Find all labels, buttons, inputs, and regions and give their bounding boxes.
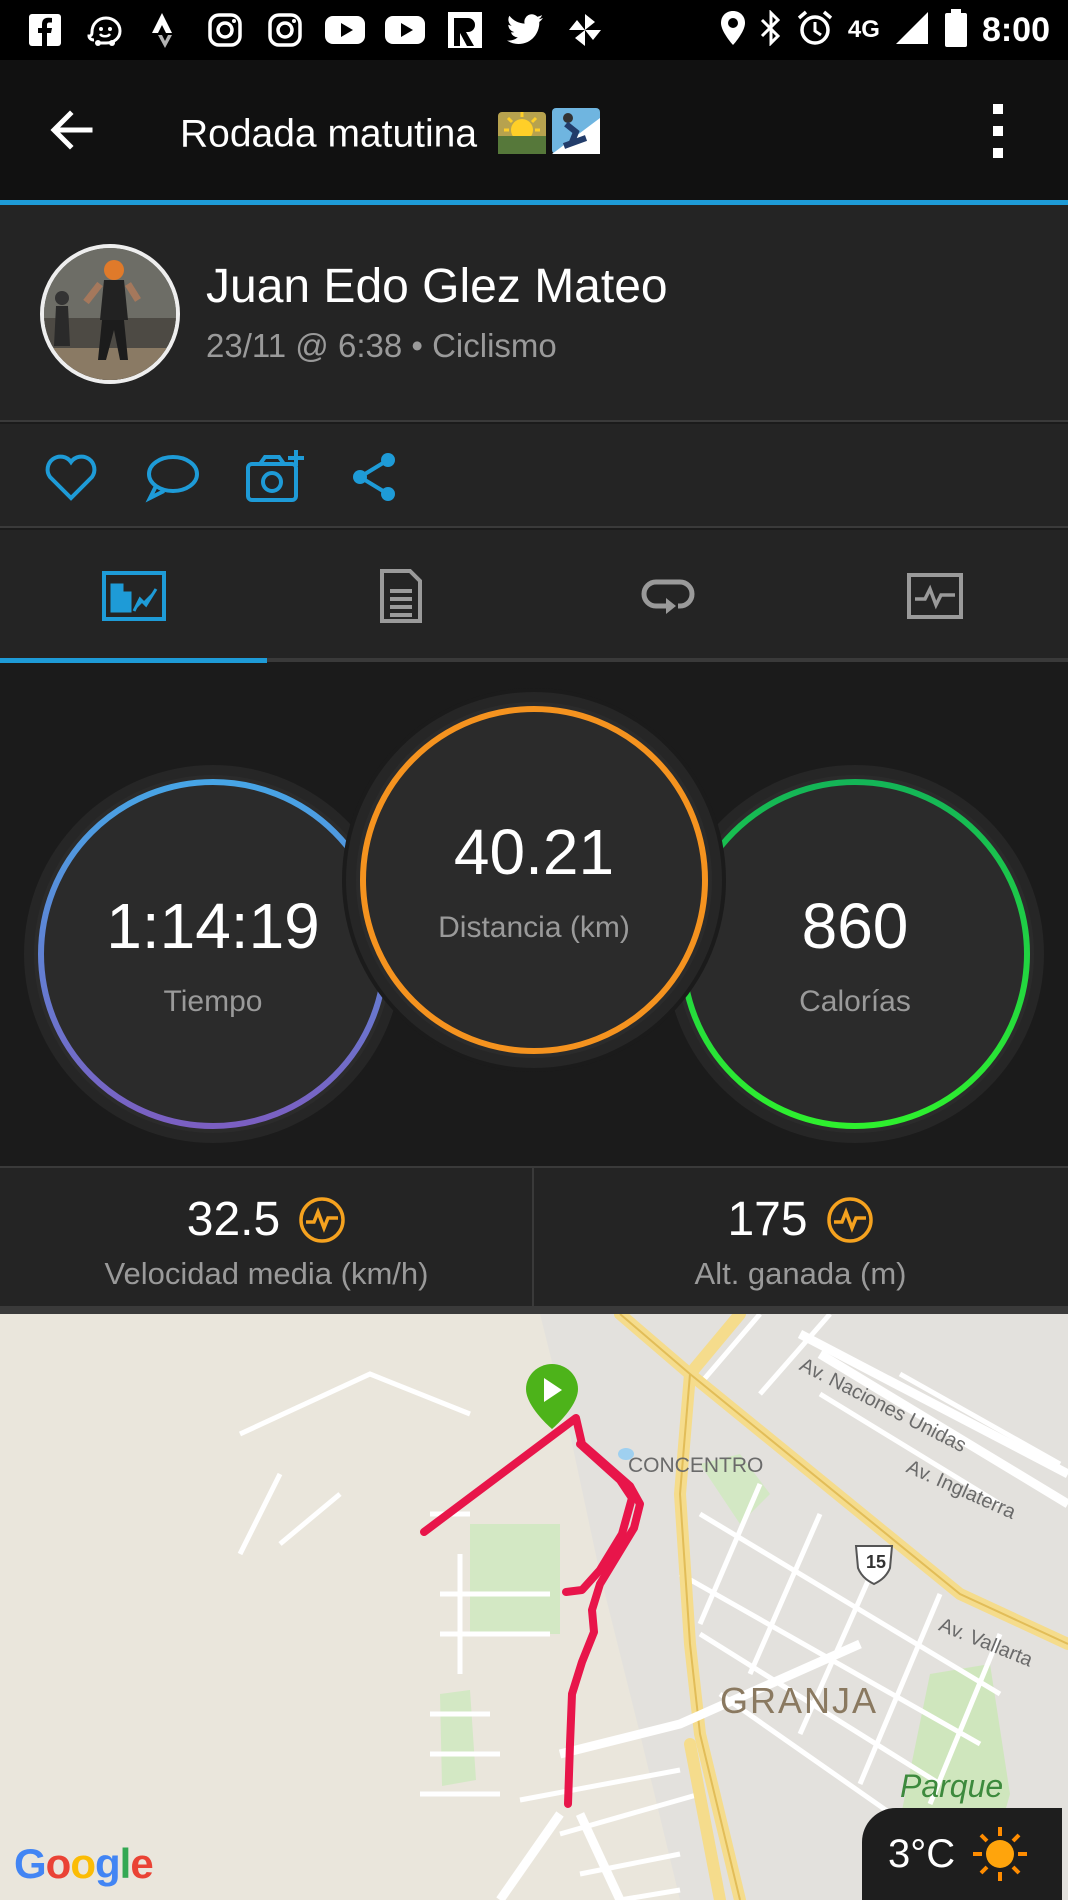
avg-speed-value: 32.5 (186, 1193, 281, 1246)
details-tab-icon (379, 569, 422, 623)
google-logo: Google (14, 1840, 154, 1887)
action-bar (0, 424, 1068, 528)
distance-value: 40.21 (453, 816, 615, 888)
avatar[interactable] (40, 244, 180, 384)
avg-speed-metric[interactable]: 32.5 Velocidad media (km/h) (0, 1168, 533, 1308)
avg-speed-label: Velocidad media (km/h) (104, 1256, 429, 1291)
charts-tab-icon (906, 573, 963, 619)
tab-bar (0, 530, 1068, 662)
sunrise-snowboard-emoji (496, 106, 602, 166)
youtube-icon (322, 8, 368, 52)
tab-details[interactable] (267, 530, 534, 662)
map-label-concentro: CONCENTRO (628, 1454, 764, 1477)
youtube-icon (382, 8, 428, 52)
heart-icon (45, 454, 97, 501)
summary-stats: 1:14:19 Tiempo 860 Calorías 40.21 Distan… (0, 663, 1068, 1166)
calories-label: Calorías (799, 985, 911, 1018)
tab-laps[interactable] (534, 530, 801, 662)
distance-stat: 40.21 Distancia (km) (356, 702, 712, 1058)
twitter-icon (502, 8, 548, 52)
elevation-gain-metric[interactable]: 175 Alt. ganada (m) (534, 1168, 1067, 1308)
activity-pulse-icon (299, 1196, 345, 1243)
stats-tab-icon (101, 571, 166, 621)
instagram-icon (262, 8, 308, 52)
arrow-back-icon (50, 110, 93, 150)
highway-shield-number: 15 (865, 1552, 887, 1572)
laps-tab-icon (641, 579, 694, 614)
like-button[interactable] (42, 448, 100, 506)
sun-icon (973, 1827, 1028, 1881)
page-title-text: Rodada matutina (180, 112, 478, 156)
pinwheel-icon (562, 8, 608, 52)
back-button[interactable] (42, 100, 102, 160)
bluetooth-icon (760, 8, 782, 51)
strava-icon (142, 8, 188, 52)
network-type: 4G (847, 16, 880, 43)
elevation-gain-label: Alt. ganada (m) (694, 1256, 907, 1291)
calories-stat: 860 Calorías (676, 775, 1034, 1133)
location-icon (720, 10, 746, 51)
elevation-gain-value: 175 (727, 1193, 808, 1246)
athlete-name[interactable]: Juan Edo Glez Mateo (206, 259, 668, 314)
comment-button[interactable] (144, 448, 202, 506)
map-label-granja: GRANJA (720, 1680, 879, 1721)
instagram-icon (202, 8, 248, 52)
activity-header: Juan Edo Glez Mateo 23/11 @ 6:38 • Cicli… (0, 205, 1068, 422)
waze-icon (82, 8, 128, 52)
more-options-button[interactable] (978, 98, 1018, 164)
status-bar: 4G 8:00 (0, 0, 1068, 60)
page-title: Rodada matutina (180, 106, 602, 166)
comment-icon (145, 455, 199, 503)
time-value: 1:14:19 (106, 890, 320, 962)
weather-temperature: 3°C (888, 1831, 956, 1876)
clock: 8:00 (981, 10, 1050, 49)
time-label: Tiempo (163, 985, 263, 1018)
distance-label: Distancia (km) (438, 911, 630, 944)
battery-icon (944, 8, 968, 52)
calories-value: 860 (801, 890, 909, 962)
activity-meta: 23/11 @ 6:38 • Ciclismo (206, 327, 557, 364)
activity-pulse-icon (826, 1196, 873, 1243)
add-photo-button[interactable] (244, 448, 304, 506)
map-label-parque: Parque (900, 1768, 1004, 1804)
alarm-icon (796, 9, 834, 52)
time-stat: 1:14:19 Tiempo (34, 775, 392, 1133)
share-icon (353, 453, 395, 501)
add-photo-icon (246, 450, 304, 502)
runtastic-icon (442, 8, 488, 52)
tab-charts[interactable] (801, 530, 1068, 662)
metrics-separator (0, 1306, 1068, 1314)
signal-icon (894, 10, 930, 51)
secondary-metrics: 32.5 Velocidad media (km/h) 175 Alt. gan… (0, 1166, 1068, 1308)
share-button[interactable] (346, 448, 404, 506)
overflow-menu-icon (993, 104, 1003, 158)
weather-badge[interactable]: 3°C (862, 1808, 1062, 1900)
facebook-icon (22, 8, 68, 52)
tab-stats[interactable] (0, 530, 267, 662)
